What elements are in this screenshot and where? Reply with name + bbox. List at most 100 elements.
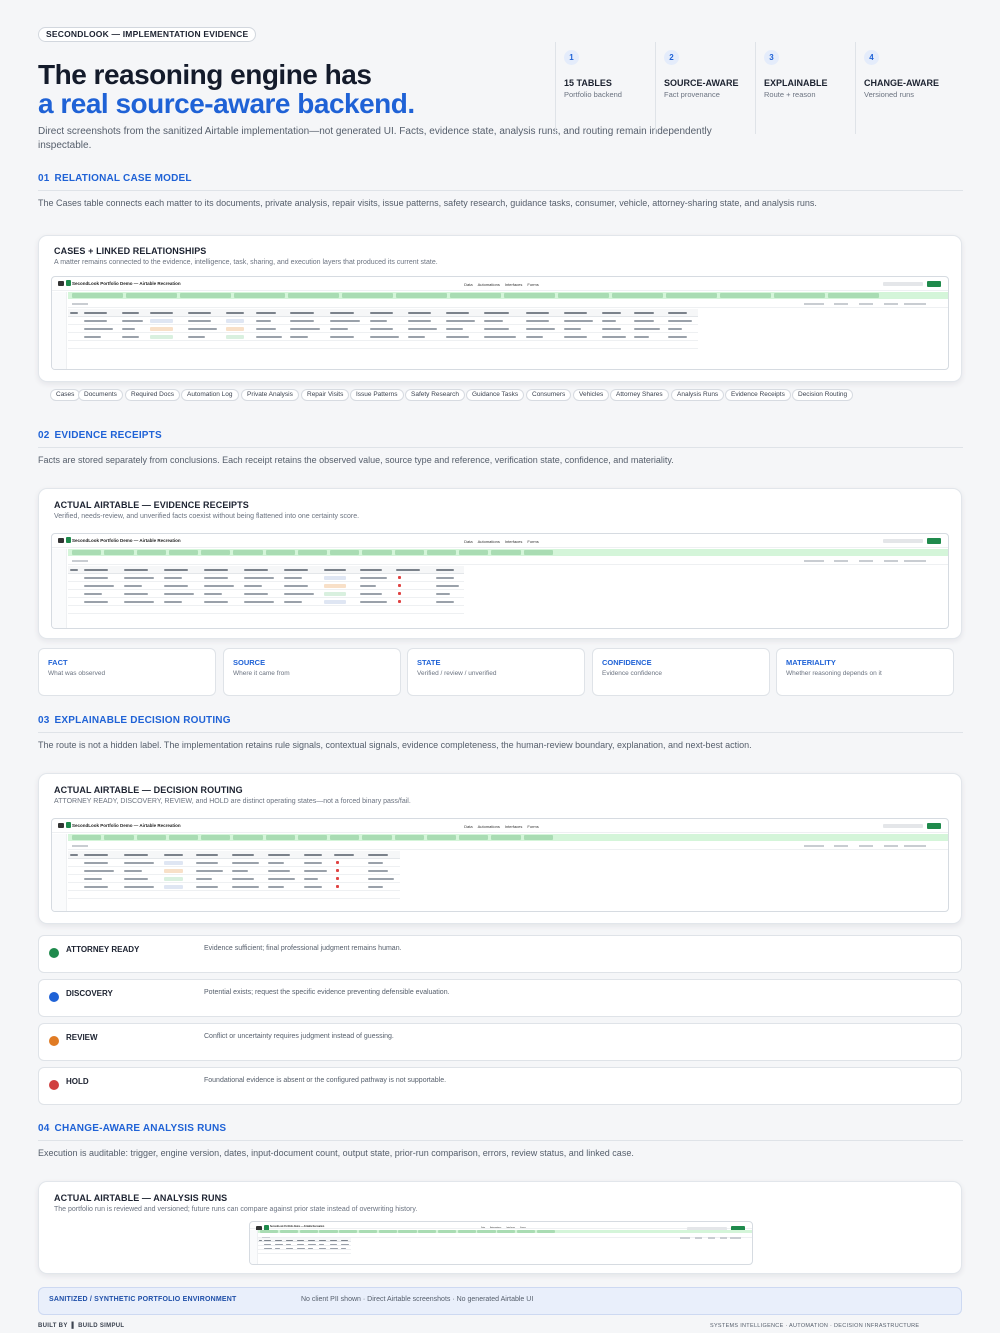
toolbar-control [730, 1236, 741, 1239]
facet-subtitle: Whether reasoning depends on it [786, 670, 882, 677]
route-hold: HOLD Foundational evidence is absent or t… [38, 1067, 962, 1105]
cases-card: CASES + LINKED RELATIONSHIPS A matter re… [38, 235, 962, 382]
toolbar-control [834, 845, 848, 847]
table-tab [168, 835, 199, 840]
grid-row [68, 317, 698, 325]
cell-chip [164, 877, 184, 881]
column-header [275, 1239, 282, 1241]
cell-value [564, 328, 582, 330]
cell-value [196, 886, 218, 888]
cell-value [286, 1247, 293, 1249]
table-tab [523, 835, 553, 840]
cell-value [602, 336, 626, 338]
table-tab [104, 550, 134, 555]
cell-value [244, 593, 268, 595]
cell-value [122, 320, 143, 322]
column-header [70, 312, 79, 314]
cell-value [634, 328, 660, 330]
sidebar [250, 1229, 258, 1264]
banner-label: SANITIZED / SYNTHETIC PORTFOLIO ENVIRONM… [49, 1296, 237, 1303]
stat-title: 15 TABLES [564, 78, 612, 88]
card-subtitle: The portfolio run is reviewed and versio… [54, 1206, 418, 1213]
grid-row [68, 598, 464, 606]
cell-value [124, 870, 142, 872]
route-description: Potential exists; request the specific e… [204, 989, 450, 996]
table-tag: Issue Patterns [350, 389, 404, 401]
cell-value [196, 862, 218, 864]
stat-title: CHANGE-AWARE [864, 78, 940, 88]
cell-value [446, 336, 469, 338]
stat-number: 4 [864, 50, 879, 65]
route-review: REVIEW Conflict or uncertainty requires j… [38, 1023, 962, 1061]
cell-value [308, 1247, 313, 1249]
cell-value [297, 1247, 306, 1249]
view-toolbar [68, 557, 948, 565]
column-header [564, 312, 587, 314]
flag-icon [398, 592, 401, 595]
toolbar-control [720, 1236, 727, 1239]
route-description: Conflict or uncertainty requires judgmen… [204, 1033, 394, 1040]
top-nav-item: Forms [527, 539, 539, 544]
column-header [122, 312, 139, 314]
column-header [124, 569, 148, 571]
toolbar-control [707, 1236, 715, 1239]
cell-value [275, 1243, 284, 1245]
column-header [84, 569, 108, 571]
stat-source-aware: 2 SOURCE-AWARE Fact provenance [655, 42, 755, 134]
table-tab-bar [68, 834, 948, 841]
cell-value [290, 328, 320, 330]
table-tab [516, 1230, 536, 1233]
column-header [259, 1239, 262, 1241]
cell-value [244, 577, 274, 579]
toolbar-control [695, 1236, 702, 1239]
top-nav-item: Automations [477, 282, 500, 287]
cell-value [164, 577, 182, 579]
table-tab [125, 293, 177, 298]
column-header [324, 569, 346, 571]
table-tab [287, 293, 339, 298]
table-tab [665, 293, 717, 298]
column-header [408, 312, 431, 314]
cell-value [408, 320, 431, 322]
section-heading-runs: 04 CHANGE-AWARE ANALYSIS RUNS [38, 1123, 963, 1141]
cell-value [188, 320, 211, 322]
table-tab [265, 835, 295, 840]
cell-value [268, 870, 290, 872]
cell-value [284, 593, 314, 595]
column-header [290, 312, 314, 314]
table-tab [491, 550, 521, 555]
base-name: SecondLook Portfolio Demo — Airtable Rec… [72, 281, 181, 286]
cell-value [446, 328, 464, 330]
cell-value [122, 336, 139, 338]
footer-tagline: SYSTEMS INTELLIGENCE · AUTOMATION · DECI… [710, 1323, 920, 1329]
top-nav: Data Automations Interfaces Forms [464, 824, 544, 829]
page-title-line2: a real source-aware backend. [38, 88, 415, 119]
table-tab [395, 293, 447, 298]
cell-value [308, 1243, 317, 1245]
cell-value [484, 336, 516, 338]
cell-value [84, 870, 114, 872]
grid-row [68, 883, 400, 891]
cell-value [196, 870, 223, 872]
grid-row [68, 341, 698, 349]
base-icon [66, 822, 71, 828]
column-header [360, 569, 382, 571]
facet-subtitle: What was observed [48, 670, 106, 677]
share-button [927, 281, 941, 287]
stat-explainable: 3 EXPLAINABLE Route + reason [755, 42, 855, 134]
section-heading-routing: 03 EXPLAINABLE DECISION ROUTING [38, 715, 963, 733]
top-nav-item: Interfaces [504, 824, 523, 829]
cell-value [84, 601, 108, 603]
cell-value [368, 878, 394, 880]
cell-chip [164, 869, 184, 873]
cell-value [122, 328, 135, 330]
cell-value [484, 328, 510, 330]
cell-value [668, 328, 683, 330]
table-tag: Documents [78, 389, 123, 401]
footer-prefix: BUILT BY [38, 1323, 68, 1329]
cell-value [256, 328, 277, 330]
cell-chip [324, 584, 346, 588]
toolbar-control [804, 560, 824, 562]
cell-value [370, 328, 393, 330]
cell-value [368, 870, 389, 872]
